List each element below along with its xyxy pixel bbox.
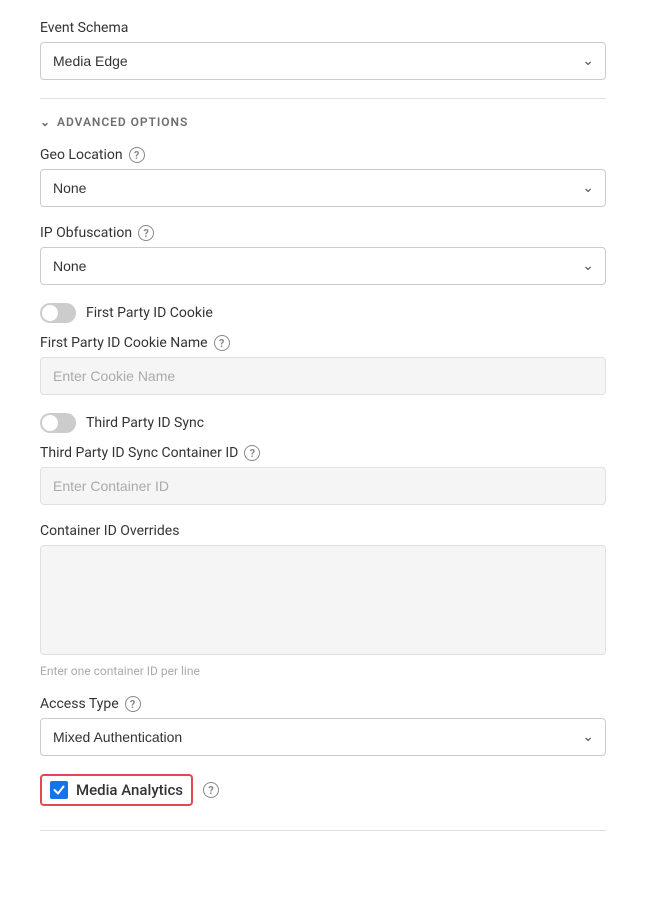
media-analytics-label: Media Analytics — [76, 781, 183, 799]
access-type-group: Access Type ? Mixed Authentication ⌄ — [40, 696, 606, 756]
divider-1 — [40, 98, 606, 99]
container-id-overrides-group: Container ID Overrides Enter one contain… — [40, 523, 606, 678]
advanced-options-toggle[interactable]: ⌄ ADVANCED OPTIONS — [40, 115, 606, 129]
geo-location-group: Geo Location ? None ⌄ — [40, 147, 606, 207]
third-party-sync-slider — [40, 413, 76, 433]
first-party-cookie-name-label: First Party ID Cookie Name ? — [40, 335, 606, 351]
media-analytics-help-icon[interactable]: ? — [203, 782, 219, 798]
third-party-container-input[interactable] — [40, 467, 606, 505]
ip-obfuscation-help-icon[interactable]: ? — [138, 225, 154, 241]
third-party-container-help-icon[interactable]: ? — [244, 445, 260, 461]
geo-location-select[interactable]: None — [40, 169, 606, 207]
bottom-divider — [40, 830, 606, 831]
page-container: Event Schema Media Edge ⌄ ⌄ ADVANCED OPT… — [0, 0, 646, 912]
access-type-label: Access Type ? — [40, 696, 606, 712]
container-id-overrides-hint: Enter one container ID per line — [40, 664, 606, 678]
third-party-sync-toggle-row: Third Party ID Sync — [40, 413, 606, 433]
ip-obfuscation-select-wrapper: None ⌄ — [40, 247, 606, 285]
advanced-options-label: ADVANCED OPTIONS — [57, 115, 188, 129]
chevron-down-icon: ⌄ — [40, 115, 51, 129]
third-party-sync-toggle-label: Third Party ID Sync — [86, 415, 204, 431]
first-party-cookie-slider — [40, 303, 76, 323]
event-schema-select[interactable]: Media Edge — [40, 42, 606, 80]
container-id-overrides-label: Container ID Overrides — [40, 523, 606, 539]
ip-obfuscation-select[interactable]: None — [40, 247, 606, 285]
first-party-cookie-name-help-icon[interactable]: ? — [214, 335, 230, 351]
access-type-select-wrapper: Mixed Authentication ⌄ — [40, 718, 606, 756]
geo-location-help-icon[interactable]: ? — [129, 147, 145, 163]
event-schema-select-wrapper: Media Edge ⌄ — [40, 42, 606, 80]
ip-obfuscation-label: IP Obfuscation ? — [40, 225, 606, 241]
media-analytics-checked-icon — [50, 781, 68, 799]
access-type-help-icon[interactable]: ? — [125, 696, 141, 712]
first-party-cookie-toggle-label: First Party ID Cookie — [86, 305, 213, 321]
event-schema-group: Event Schema Media Edge ⌄ — [40, 20, 606, 80]
container-id-overrides-textarea[interactable] — [40, 545, 606, 655]
geo-location-label: Geo Location ? — [40, 147, 606, 163]
first-party-cookie-group: First Party ID Cookie First Party ID Coo… — [40, 303, 606, 395]
first-party-cookie-toggle[interactable] — [40, 303, 76, 323]
access-type-select[interactable]: Mixed Authentication — [40, 718, 606, 756]
ip-obfuscation-group: IP Obfuscation ? None ⌄ — [40, 225, 606, 285]
third-party-container-label: Third Party ID Sync Container ID ? — [40, 445, 606, 461]
third-party-sync-group: Third Party ID Sync Third Party ID Sync … — [40, 413, 606, 505]
media-analytics-checkbox-border: Media Analytics — [40, 774, 193, 806]
first-party-cookie-name-input[interactable] — [40, 357, 606, 395]
geo-location-select-wrapper: None ⌄ — [40, 169, 606, 207]
first-party-cookie-toggle-row: First Party ID Cookie — [40, 303, 606, 323]
third-party-sync-toggle[interactable] — [40, 413, 76, 433]
media-analytics-row: Media Analytics ? — [40, 774, 606, 806]
event-schema-label: Event Schema — [40, 20, 606, 36]
